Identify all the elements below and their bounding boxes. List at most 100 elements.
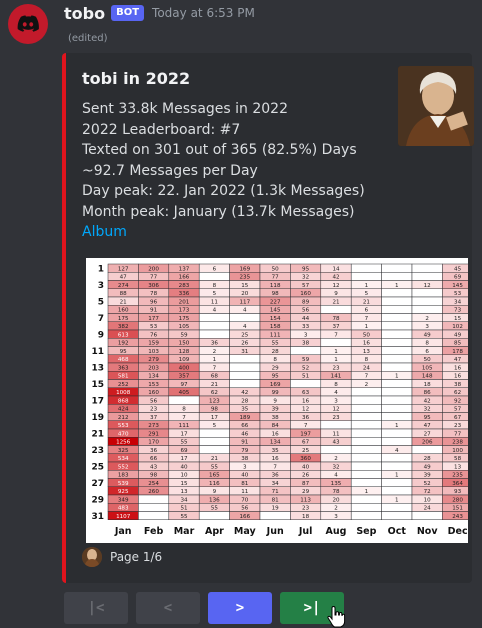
heatmap-cell xyxy=(411,263,443,273)
heatmap-cell xyxy=(381,362,413,372)
heatmap-cell-label: 36 xyxy=(150,448,158,454)
heatmap-cell-label: 123 xyxy=(209,398,220,404)
heatmap-cell-label: 7 xyxy=(273,464,277,470)
embed-footer: Page 1/6 xyxy=(82,547,162,567)
heatmap-cell-label: 38 xyxy=(454,382,462,388)
heatmap-cell-label: 150 xyxy=(179,341,190,347)
heatmap-cell-label: 49 xyxy=(424,464,432,470)
heatmap-cell-label: 40 xyxy=(180,464,188,470)
x-tick-label: Feb xyxy=(144,526,164,537)
heatmap-cell-label: 16 xyxy=(454,374,462,380)
heatmap-cell xyxy=(138,511,170,520)
heatmap-cell xyxy=(381,346,413,355)
heatmap-cell-label: 98 xyxy=(150,473,158,479)
y-tick-label: 9 xyxy=(98,330,104,340)
heatmap-cell-label: 9 xyxy=(273,398,277,404)
heatmap-cell-label: 177 xyxy=(148,316,159,322)
heatmap-cell-label: 235 xyxy=(239,275,250,281)
heatmap-cell-label: 2 xyxy=(365,382,369,388)
heatmap-cell-label: 21 xyxy=(332,299,340,305)
heatmap-cell xyxy=(381,338,413,347)
heatmap-cell-label: 8 xyxy=(182,407,186,413)
heatmap-cell-label: 274 xyxy=(118,283,129,289)
heatmap-cell-label: 37 xyxy=(332,324,340,330)
heatmap-cell xyxy=(229,362,261,372)
heatmap-cell-label: 173 xyxy=(179,308,190,314)
heatmap-cell xyxy=(198,272,230,281)
heatmap-cell-label: 183 xyxy=(118,473,129,479)
x-tick-label: Oct xyxy=(388,526,407,537)
heatmap-cell-label: 86 xyxy=(424,390,432,396)
username[interactable]: tobo xyxy=(64,4,105,23)
y-tick-label: 27 xyxy=(91,479,104,489)
heatmap-cell-label: 17 xyxy=(180,456,188,462)
heatmap-cell xyxy=(381,395,413,405)
first-page-button[interactable]: |< xyxy=(64,592,128,624)
heatmap-cell xyxy=(381,329,413,339)
heatmap-cell-label: 16 xyxy=(302,398,310,404)
heatmap-cell xyxy=(381,272,413,281)
heatmap-cell-label: 4 xyxy=(395,448,399,454)
heatmap-cell-label: 1 xyxy=(213,357,217,363)
heatmap-cell xyxy=(290,346,322,355)
heatmap-cell-label: 43 xyxy=(150,464,158,470)
stat-days-texted: Texted on 301 out of 365 (82.5%) Days xyxy=(82,142,357,158)
heatmap-cell xyxy=(350,437,382,446)
heatmap-cell xyxy=(381,305,413,314)
heatmap-cell-label: 43 xyxy=(332,440,340,446)
heatmap-cell-label: 34 xyxy=(454,299,462,305)
heatmap-cell-label: 306 xyxy=(148,283,159,289)
heatmap-cell-label: 93 xyxy=(454,489,462,495)
heatmap-cell xyxy=(198,329,230,339)
heatmap-cell-label: 201 xyxy=(179,299,190,305)
heatmap-cell-label: 78 xyxy=(332,316,340,322)
heatmap-cell-label: 7 xyxy=(365,316,369,322)
album-link[interactable]: Album xyxy=(82,222,365,243)
heatmap-cell-label: 40 xyxy=(302,464,310,470)
heatmap-cell xyxy=(229,354,261,364)
heatmap-cell-label: 98 xyxy=(272,291,280,297)
heatmap-cell-label: 77 xyxy=(454,431,462,437)
heatmap-cell xyxy=(381,288,413,298)
heatmap-cell-label: 50 xyxy=(363,332,371,338)
heatmap-cell xyxy=(381,511,413,520)
heatmap-cell-label: 37 xyxy=(150,415,158,421)
heatmap-cell xyxy=(259,511,291,520)
heatmap-cell-label: 81 xyxy=(241,481,249,487)
heatmap-cell-label: 13 xyxy=(363,349,371,355)
heatmap-cell-label: 52 xyxy=(302,365,309,371)
embed-thumbnail[interactable] xyxy=(398,66,474,146)
next-page-button[interactable]: > xyxy=(208,592,272,624)
y-tick-label: 31 xyxy=(91,512,104,522)
heatmap-cell-label: 3 xyxy=(425,324,429,330)
y-tick-label: 5 xyxy=(98,297,104,307)
heatmap-cell-label: 1 xyxy=(395,423,399,429)
heatmap-cell-label: 539 xyxy=(118,481,129,487)
heatmap-cell-label: 283 xyxy=(179,283,190,289)
heatmap-cell-label: 32 xyxy=(424,407,431,413)
heatmap-cell-label: 12 xyxy=(332,407,339,413)
heatmap-cell-label: 59 xyxy=(302,357,310,363)
heatmap-cell-label: 145 xyxy=(270,308,281,314)
embed-title: tobi in 2022 xyxy=(82,69,191,88)
heatmap-cell-label: 28 xyxy=(241,398,249,404)
bot-avatar[interactable] xyxy=(8,4,48,44)
heatmap-cell xyxy=(381,478,413,487)
y-tick-label: 29 xyxy=(91,495,104,505)
heatmap-cell-label: 483 xyxy=(118,506,129,512)
heatmap-cell xyxy=(198,313,230,322)
heatmap-cell-label: 12 xyxy=(332,283,339,289)
heatmap-cell-label: 36 xyxy=(211,341,219,347)
heatmap-cell-label: 203 xyxy=(148,365,159,371)
heatmap-cell-label: 20 xyxy=(241,291,249,297)
heatmap-cell xyxy=(350,412,382,421)
heatmap-cell-label: 2 xyxy=(334,506,338,512)
heatmap-cell-label: 4 xyxy=(334,390,338,396)
heatmap-cell-label: 92 xyxy=(454,398,461,404)
heatmap-cell-label: 42 xyxy=(424,398,431,404)
previous-page-button[interactable]: < xyxy=(136,592,200,624)
heatmap-cell xyxy=(350,420,382,430)
heatmap-cell-label: 77 xyxy=(150,275,158,281)
heatmap-cell-label: 360 xyxy=(300,456,311,462)
heatmap-cell-label: 32 xyxy=(302,275,309,281)
